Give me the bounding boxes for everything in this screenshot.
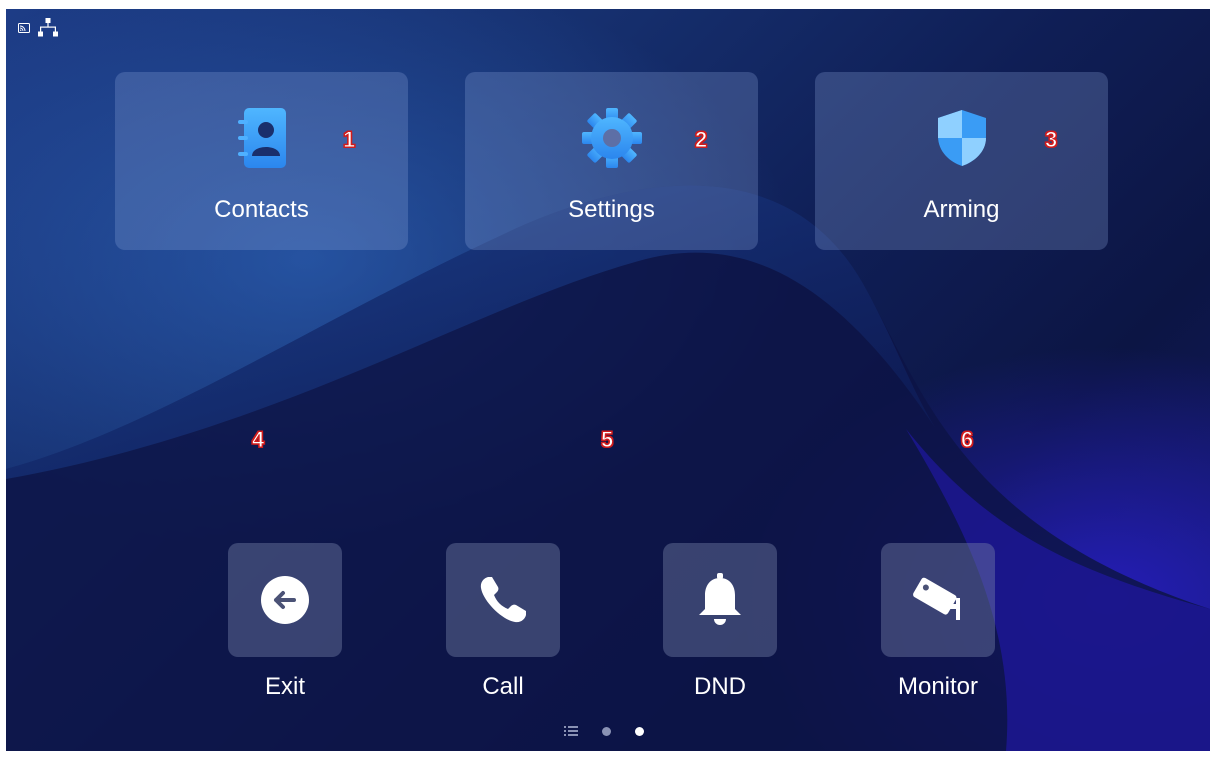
call-button[interactable] [446, 543, 560, 657]
arming-label: Arming [923, 196, 1000, 223]
exit-arrow-icon [261, 576, 309, 624]
network-icon [38, 18, 58, 37]
monitor-label: Monitor [897, 673, 979, 700]
page-indicator [564, 725, 644, 737]
phone-icon [480, 577, 526, 623]
marker-3: 3 [1044, 127, 1058, 153]
contacts-book-icon [237, 108, 286, 168]
marker-2: 2 [694, 127, 708, 153]
gear-icon [581, 108, 642, 168]
call-label: Call [482, 673, 524, 700]
dnd-label: DND [694, 673, 746, 700]
settings-label: Settings [568, 196, 655, 223]
shield-icon [937, 110, 986, 166]
exit-button[interactable] [228, 543, 342, 657]
exit-label: Exit [264, 673, 305, 700]
settings-tile[interactable]: Settings [465, 72, 758, 250]
page-dot-3-active[interactable] [635, 726, 644, 736]
home-screen: Contacts Settings Arming 1 2 3 4 5 6 Exi… [6, 9, 1210, 751]
status-bar [18, 18, 58, 38]
page-dot-2[interactable] [602, 726, 611, 736]
monitor-button[interactable] [881, 543, 995, 657]
marker-1: 1 [342, 127, 356, 153]
contacts-tile[interactable]: Contacts [115, 72, 408, 250]
dnd-button[interactable] [663, 543, 777, 657]
app-list-page-icon[interactable] [564, 725, 578, 737]
marker-5: 5 [600, 427, 614, 453]
cast-icon [18, 23, 30, 33]
marker-4: 4 [251, 427, 265, 453]
bell-icon [699, 573, 741, 625]
arming-tile[interactable]: Arming [815, 72, 1108, 250]
contacts-label: Contacts [214, 196, 309, 223]
marker-6: 6 [960, 427, 974, 453]
camera-icon [913, 577, 960, 620]
